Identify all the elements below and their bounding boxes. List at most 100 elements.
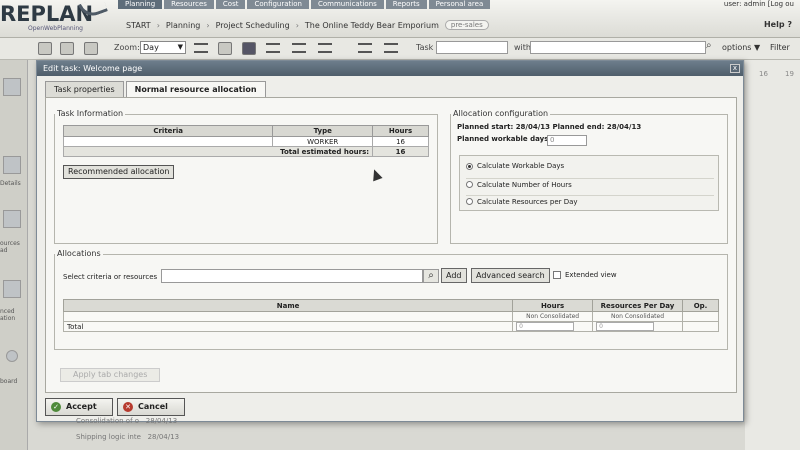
task-filter-input[interactable] (436, 41, 508, 54)
toolbar: Zoom: Day ▼ Task with ⌕ options ▼ Filter (0, 38, 800, 60)
calendar-icon[interactable] (60, 42, 74, 55)
total-resources-cell: 0 (592, 321, 683, 332)
breadcrumb-separator-icon: › (206, 20, 210, 30)
recommended-allocation-button[interactable]: Recommended allocation (63, 165, 175, 179)
options-label: options (722, 43, 752, 52)
background-task-list: Consolidation of o 28/04/13 Shipping log… (36, 417, 744, 450)
flatten-icon[interactable] (384, 43, 398, 53)
subheader-empty (682, 311, 719, 322)
op-cell (682, 321, 719, 332)
total-hours-label: Total estimated hours: (62, 146, 374, 157)
nav-tab-cost[interactable]: Cost (215, 0, 246, 9)
radio-icon[interactable] (466, 198, 473, 205)
nav-tab-configuration[interactable]: Configuration (247, 0, 309, 9)
cancel-label: Cancel (138, 402, 168, 411)
expand-icon[interactable] (266, 43, 280, 53)
sidebar-item-resources[interactable]: ources ad (0, 240, 28, 254)
task-name: Shipping logic inte (76, 433, 141, 441)
add-button[interactable]: Add (441, 268, 467, 283)
breadcrumb-separator-icon: › (156, 20, 160, 30)
allocations-table: Name Hours Resources Per Day Op. Non Con… (62, 299, 719, 332)
allocations-legend: Allocations (55, 249, 103, 258)
allocation-configuration-legend: Allocation configuration (451, 109, 551, 118)
chevron-down-icon: ▼ (177, 43, 183, 51)
breadcrumb-start[interactable]: START (126, 21, 151, 30)
total-row: Total estimated hours: 16 (62, 146, 429, 157)
user-info[interactable]: user: admin [Log ou (724, 0, 794, 8)
extended-view-label: Extended view (565, 271, 617, 279)
advanced-allocation-icon[interactable] (3, 280, 21, 298)
filter-button[interactable]: Filter (770, 43, 790, 52)
radio-icon[interactable] (466, 181, 473, 188)
task-date: 28/04/13 (147, 433, 180, 441)
nav-tab-reports[interactable]: Reports (385, 0, 427, 9)
print-icon[interactable] (84, 42, 98, 55)
nav-tab-personal-area[interactable]: Personal area (428, 0, 491, 9)
total-hours-cell: 0 (512, 321, 594, 332)
gantt-view-icon[interactable] (3, 78, 21, 96)
resource-view-icon[interactable] (3, 210, 21, 228)
details-view-icon[interactable] (3, 156, 21, 174)
resource-load-icon[interactable] (242, 42, 256, 55)
allocation-configuration-section: Allocation configuration Planned start: … (450, 109, 728, 244)
advanced-search-button[interactable]: Advanced search (471, 268, 550, 283)
breadcrumb: START › Planning › Project Scheduling › … (126, 20, 489, 30)
breadcrumb-project-name[interactable]: The Online Teddy Bear Emporium (305, 21, 439, 30)
tab-normal-resource-allocation[interactable]: Normal resource allocation (125, 81, 266, 97)
logo-subtitle: OpenWebPlanning (28, 25, 83, 32)
options-dropdown[interactable]: options ▼ (722, 43, 760, 52)
planned-start-label: Planned start: (457, 123, 514, 131)
criteria-search-label: Select criteria or resources (63, 273, 158, 281)
help-link[interactable]: Help ? (764, 20, 792, 29)
apply-tab-changes-button[interactable]: Apply tab changes (60, 368, 161, 382)
close-icon[interactable]: x (730, 64, 740, 73)
dashboard-icon[interactable] (6, 350, 18, 362)
cancel-button[interactable]: ✕ Cancel (117, 398, 185, 416)
option-calculate-resources-per-day[interactable]: Calculate Resources per Day (466, 195, 714, 207)
search-icon[interactable]: ⌕ (706, 40, 712, 51)
dialog-titlebar[interactable]: Edit task: Welcome page x (37, 61, 743, 76)
nav-tab-communications[interactable]: Communications (310, 0, 384, 9)
show-resources-icon[interactable] (318, 43, 332, 53)
save-icon[interactable] (38, 42, 52, 55)
radio-checked-icon[interactable] (466, 162, 473, 170)
nav-tab-planning[interactable]: Planning (118, 0, 163, 9)
hours-cell: 16 (372, 136, 429, 147)
sidebar-item-details[interactable]: Details (0, 180, 28, 187)
zoom-select[interactable]: Day ▼ (140, 41, 186, 54)
sidebar-item-advanced-allocation[interactable]: nced ation (0, 308, 28, 322)
planned-end-label: Planned end: (552, 123, 605, 131)
help-icon: ? (787, 20, 792, 29)
gantt-day-header: 16 (759, 70, 768, 78)
option-calculate-number-of-hours[interactable]: Calculate Number of Hours (466, 178, 714, 190)
criteria-search-input[interactable] (161, 269, 423, 283)
tab-task-properties[interactable]: Task properties (45, 81, 124, 97)
sidebar-item-dashboard[interactable]: board (0, 378, 28, 385)
search-icon[interactable]: ⌕ (423, 269, 439, 283)
project-status-badge: pre-sales (444, 20, 489, 30)
expand-all-icon[interactable] (358, 43, 372, 53)
dialog-tabs: Task properties Normal resource allocati… (45, 81, 268, 97)
list-item: Consolidation of o 28/04/13 (76, 417, 177, 425)
extended-view-checkbox[interactable] (553, 271, 561, 279)
show-labels-icon[interactable] (292, 43, 306, 53)
accept-button[interactable]: ✓ Accept (45, 398, 113, 416)
logo: REPLAN OpenWebPlanning (0, 0, 110, 36)
task-information-legend: Task Information (55, 109, 126, 118)
zoom-value: Day (143, 43, 159, 52)
with-filter-input[interactable] (530, 41, 706, 54)
subheader-hours: Non Consolidated (512, 311, 594, 322)
workable-days-label: Planned workable days: (457, 135, 552, 143)
option-calculate-workable-days[interactable]: Calculate Workable Days (466, 160, 564, 172)
nav-tab-resources[interactable]: Resources (164, 0, 214, 9)
collapse-icon[interactable] (194, 43, 208, 53)
breadcrumb-planning[interactable]: Planning (166, 21, 200, 30)
folder-icon[interactable] (218, 42, 232, 55)
task-name: Consolidation of o (76, 417, 140, 425)
total-hours-input: 0 (516, 322, 575, 331)
total-label: Total (62, 321, 514, 332)
workable-days-input[interactable]: 0 (547, 135, 587, 146)
allocations-section: Allocations Select criteria or resources… (54, 249, 728, 350)
planned-start-value: 28/04/13 (515, 123, 551, 131)
breadcrumb-project-scheduling[interactable]: Project Scheduling (216, 21, 290, 30)
